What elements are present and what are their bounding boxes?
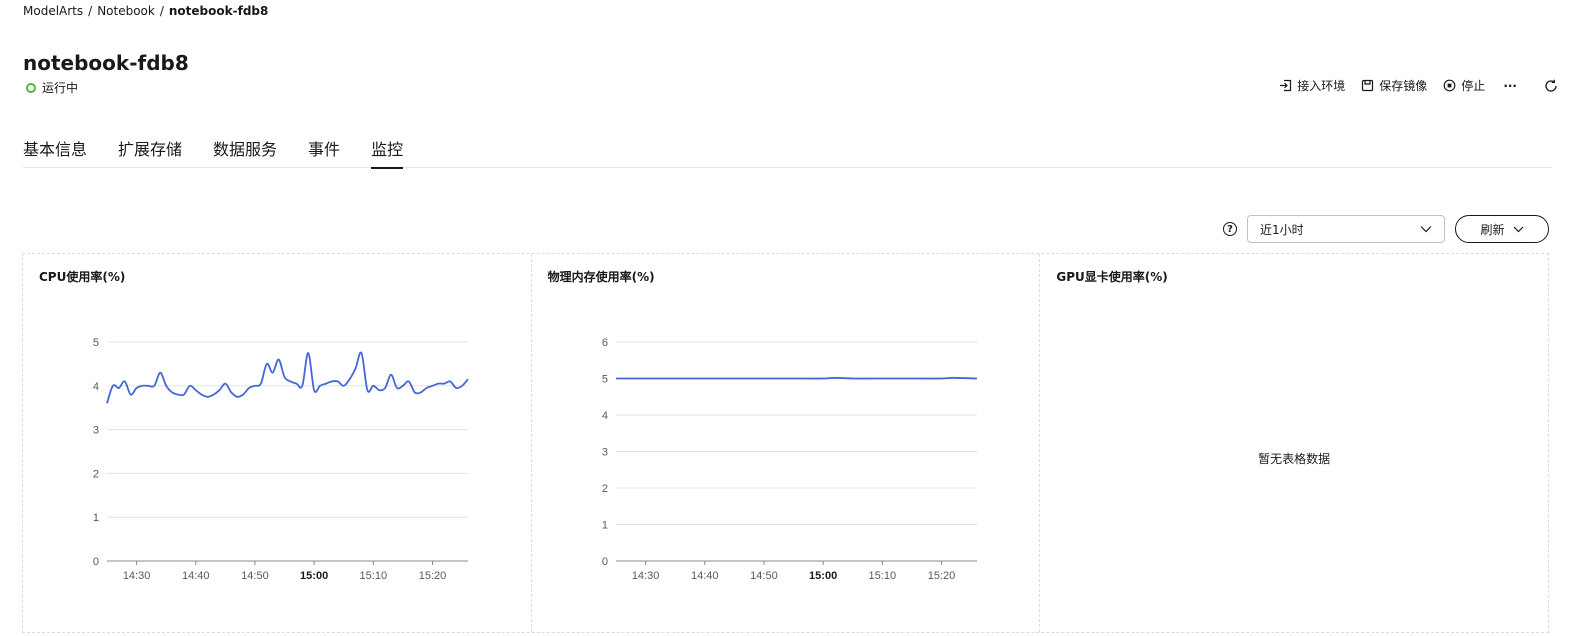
stop-button[interactable]: 停止 (1443, 77, 1485, 94)
y-tick-label: 3 (602, 447, 608, 459)
breadcrumb: ModelArts / Notebook / notebook-fdb8 (23, 4, 268, 18)
x-tick-label: 14:50 (241, 570, 269, 582)
x-tick-label: 14:30 (123, 570, 151, 582)
tab-data-service[interactable]: 数据服务 (213, 128, 277, 168)
y-tick-label: 5 (602, 374, 608, 386)
y-tick-label: 0 (602, 556, 608, 568)
save-image-button[interactable]: 保存镜像 (1361, 77, 1427, 94)
stop-label: 停止 (1461, 79, 1486, 93)
tab-bar: 基本信息 扩展存储 数据服务 事件 监控 (23, 128, 1551, 169)
y-tick-label: 1 (602, 520, 608, 532)
x-tick-label: 15:20 (927, 570, 955, 582)
cpu-usage-chart: 0 1 2 3 4 5 14:30 14:40 14:50 15:00 15:10 15:20 (93, 337, 469, 582)
save-image-label: 保存镜像 (1379, 79, 1428, 93)
stop-icon (1443, 79, 1456, 92)
y-tick-label: 1 (93, 512, 99, 524)
header-actions: 接入环境 保存镜像 停止 ··· (1263, 77, 1558, 94)
y-tick-label: 4 (93, 381, 99, 393)
status-indicator: 运行中 (26, 79, 78, 96)
tab-monitoring[interactable]: 监控 (371, 128, 404, 169)
refresh-icon (1544, 79, 1558, 93)
time-range-value: 近1小时 (1260, 222, 1304, 237)
status-running-icon (26, 82, 36, 93)
y-tick-label: 5 (93, 337, 99, 349)
y-tick-label: 2 (93, 468, 99, 480)
chevron-down-icon (1420, 222, 1432, 236)
series-line (106, 351, 469, 404)
series-line (615, 376, 977, 380)
tab-extended-storage[interactable]: 扩展存储 (118, 128, 182, 168)
more-button[interactable]: ··· (1503, 79, 1517, 93)
y-tick-label: 6 (602, 337, 608, 349)
time-range-select[interactable]: 近1小时 (1247, 215, 1445, 243)
x-tick-label: 14:40 (691, 570, 719, 582)
tab-events[interactable]: 事件 (308, 128, 340, 168)
x-tick-label: 15:00 (300, 570, 328, 582)
status-text: 运行中 (42, 81, 79, 95)
refresh-dropdown-button[interactable]: 刷新 (1455, 215, 1549, 243)
cpu-usage-panel: CPU使用率(%) 0 1 2 3 4 5 14:30 14:40 14:50 15:00 15:1… (23, 254, 532, 632)
save-icon (1361, 79, 1374, 92)
breadcrumb-separator: / (159, 4, 164, 18)
breadcrumb-notebook[interactable]: Notebook (97, 4, 155, 18)
x-tick-label: 15:10 (868, 570, 896, 582)
memory-usage-panel: 物理内存使用率(%) 0 1 2 3 4 5 6 14:30 14:40 14:50 15:00 15… (532, 254, 1041, 632)
breadcrumb-modelarts[interactable]: ModelArts (23, 4, 83, 18)
monitor-panels: CPU使用率(%) 0 1 2 3 4 5 14:30 14:40 14:50 15:00 15:1… (22, 253, 1549, 633)
connect-environment-label: 接入环境 (1297, 79, 1346, 93)
x-tick-label: 15:00 (809, 570, 837, 582)
connect-environment-button[interactable]: 接入环境 (1279, 77, 1345, 94)
x-tick-label: 14:50 (750, 570, 778, 582)
tab-basic-info[interactable]: 基本信息 (23, 128, 87, 168)
y-tick-label: 3 (93, 425, 99, 437)
y-tick-label: 0 (93, 556, 99, 568)
x-tick-label: 15:10 (360, 570, 388, 582)
more-icon: ··· (1503, 78, 1517, 93)
gpu-empty-message: 暂无表格数据 (1258, 452, 1331, 466)
gpu-usage-panel: GPU显卡使用率(%) 暂无表格数据 (1040, 254, 1548, 632)
monitor-toolbar: ? 近1小时 刷新 (1223, 215, 1549, 243)
breadcrumb-separator: / (88, 4, 93, 18)
connect-icon (1279, 79, 1292, 92)
chevron-down-icon (1513, 222, 1524, 236)
breadcrumb-current: notebook-fdb8 (168, 4, 269, 18)
x-tick-label: 14:40 (182, 570, 210, 582)
refresh-label: 刷新 (1480, 222, 1505, 237)
gpu-usage-title: GPU显卡使用率(%) (1056, 270, 1168, 284)
x-tick-label: 15:20 (419, 570, 447, 582)
y-tick-label: 4 (602, 410, 608, 422)
page-title: notebook-fdb8 (23, 51, 189, 75)
memory-usage-chart: 0 1 2 3 4 5 6 14:30 14:40 14:50 15:00 15:10 15:20 (602, 337, 977, 582)
x-tick-label: 14:30 (631, 570, 659, 582)
reload-button[interactable] (1544, 79, 1558, 93)
y-tick-label: 2 (602, 483, 608, 495)
help-icon[interactable]: ? (1223, 222, 1237, 236)
